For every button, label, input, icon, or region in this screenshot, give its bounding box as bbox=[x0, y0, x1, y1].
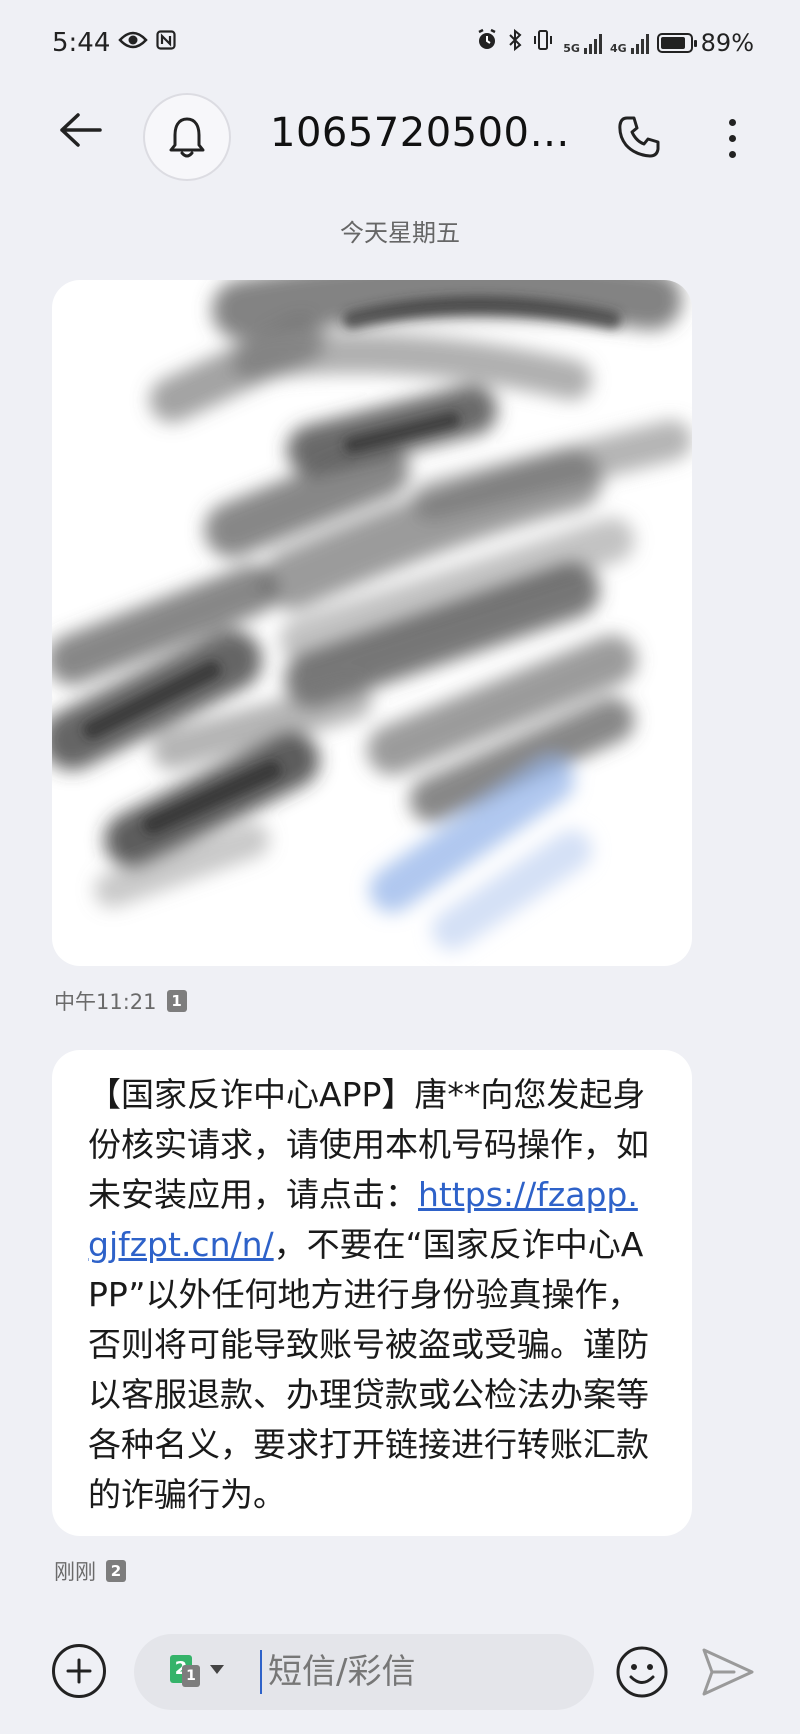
message-text-after: ，不要在“国家反诈中心APP”以外任何地方进行身份验真操作，否则将可能导致账号被… bbox=[88, 1225, 649, 1514]
contact-title[interactable]: 10657205009... bbox=[270, 110, 570, 156]
sim-badge-icon: 2 bbox=[106, 1560, 126, 1582]
add-attachment-button[interactable] bbox=[52, 1644, 106, 1698]
call-button[interactable] bbox=[612, 110, 666, 164]
smiley-icon bbox=[616, 1646, 668, 1698]
message-bubble-obscured[interactable] bbox=[52, 280, 692, 966]
text-cursor bbox=[260, 1650, 262, 1694]
battery-percent: 89% bbox=[700, 29, 754, 57]
send-icon bbox=[702, 1648, 754, 1696]
back-button[interactable] bbox=[50, 100, 110, 160]
status-left-icons bbox=[118, 30, 176, 54]
redaction-scribble bbox=[52, 280, 692, 950]
message-bubble[interactable]: 【国家反诈中心APP】唐**向您发起身份核实请求，请使用本机号码操作，如未安装应… bbox=[52, 1050, 692, 1536]
eye-icon bbox=[118, 30, 148, 54]
message-meta-1: 中午11:21 1 bbox=[54, 986, 187, 1016]
message-time: 中午11:21 bbox=[54, 990, 157, 1014]
status-bar: 5:44 5G 4G 89% bbox=[0, 0, 800, 88]
message-input[interactable] bbox=[264, 1650, 568, 1694]
notification-toggle-button[interactable] bbox=[143, 93, 231, 181]
back-arrow-icon bbox=[60, 113, 102, 147]
network-type-1: 5G bbox=[563, 42, 580, 55]
cellular-signal-2-icon: 4G bbox=[610, 32, 649, 54]
status-time: 5:44 bbox=[52, 28, 111, 58]
message-meta-2: 刚刚 2 bbox=[54, 1556, 126, 1586]
bell-icon bbox=[169, 117, 205, 158]
message-text: 【国家反诈中心APP】唐**向您发起身份核实请求，请使用本机号码操作，如未安装应… bbox=[88, 1070, 656, 1520]
message-time: 刚刚 bbox=[54, 1560, 96, 1584]
network-type-2: 4G bbox=[609, 42, 627, 55]
vibrate-icon bbox=[531, 28, 555, 58]
cellular-signal-1-icon: 5G bbox=[563, 32, 602, 54]
more-dots-icon bbox=[728, 118, 736, 126]
sim-badge-icon: 1 bbox=[166, 990, 187, 1012]
phone-icon bbox=[618, 116, 660, 158]
more-options-button[interactable] bbox=[712, 108, 752, 168]
sim-card-icon: 2 1 bbox=[170, 1655, 200, 1687]
bluetooth-icon bbox=[507, 28, 523, 58]
alarm-icon bbox=[475, 28, 499, 58]
date-separator: 今天星期五 bbox=[340, 219, 460, 247]
status-right-icons: 5G 4G 89% bbox=[475, 28, 754, 58]
emoji-button[interactable] bbox=[614, 1644, 670, 1700]
chevron-down-icon bbox=[210, 1664, 224, 1674]
battery-fill bbox=[660, 37, 685, 49]
battery-icon bbox=[656, 33, 697, 53]
send-button[interactable] bbox=[700, 1646, 756, 1698]
sim-selector[interactable]: 2 1 bbox=[170, 1655, 224, 1687]
sim-secondary-label: 1 bbox=[182, 1665, 200, 1687]
plus-icon bbox=[66, 1658, 92, 1684]
nfc-icon bbox=[156, 30, 176, 54]
